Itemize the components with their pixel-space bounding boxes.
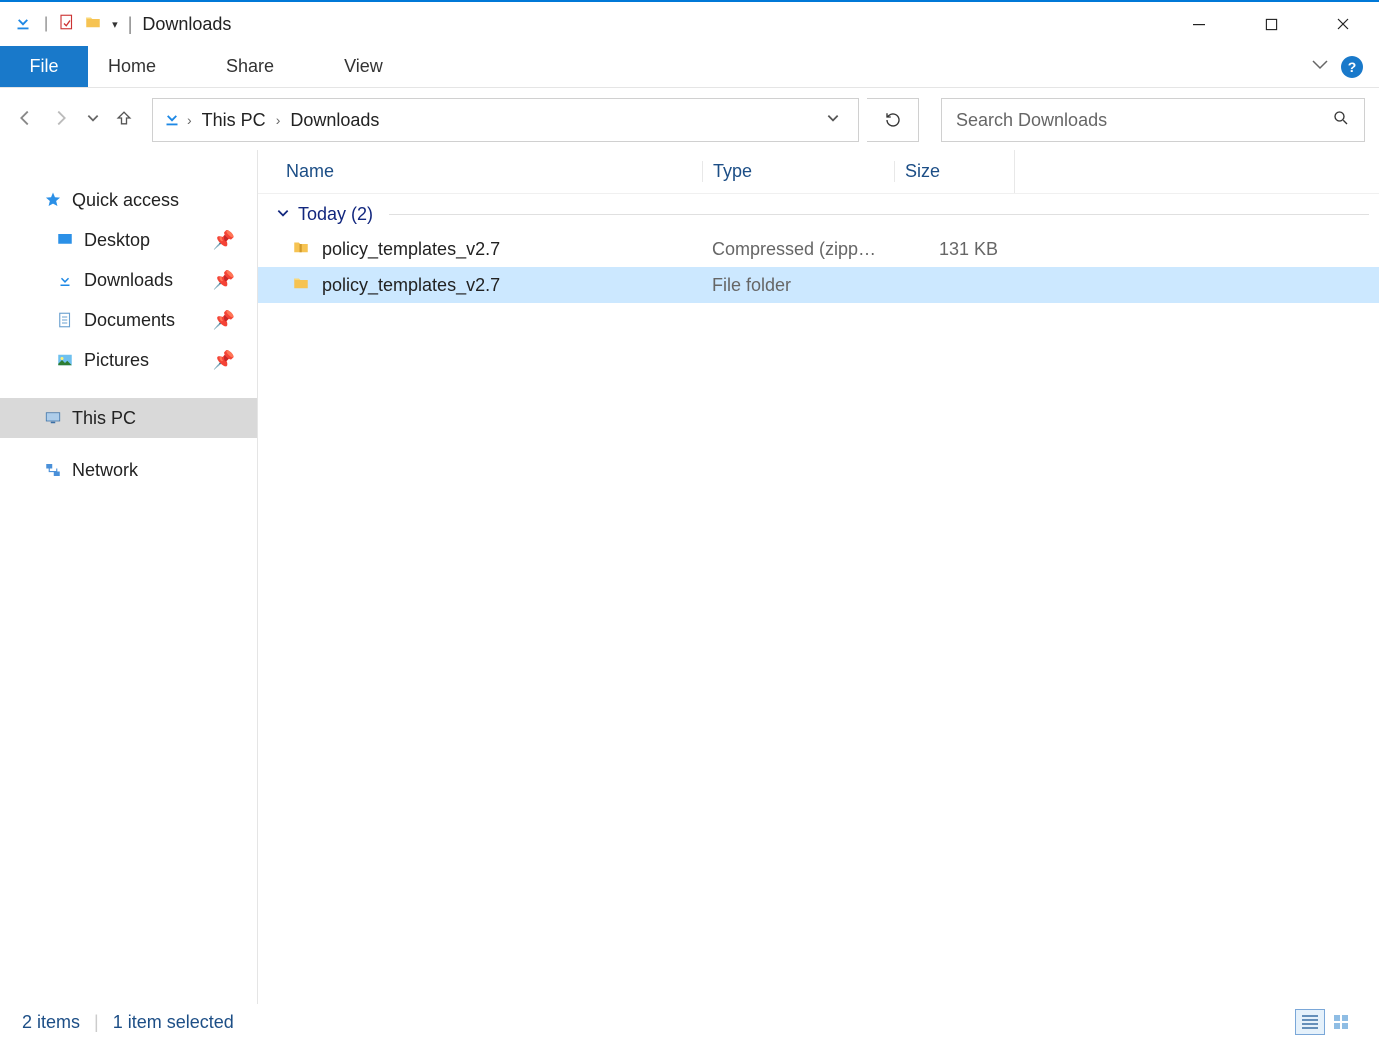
pictures-icon: [54, 351, 76, 369]
up-button[interactable]: [114, 108, 134, 133]
search-box[interactable]: [941, 98, 1365, 142]
desktop-icon: [54, 231, 76, 249]
quick-access-toolbar: | ▾: [12, 11, 118, 38]
sidebar-item-this-pc[interactable]: This PC: [0, 398, 257, 438]
chevron-down-icon: [276, 204, 290, 225]
pin-icon: 📌: [213, 270, 235, 291]
column-header-name[interactable]: Name: [286, 161, 702, 182]
sidebar-item-network[interactable]: Network: [0, 450, 257, 490]
sidebar-item-label: Documents: [84, 310, 175, 331]
group-header-today[interactable]: Today (2): [258, 198, 1379, 231]
minimize-button[interactable]: [1163, 2, 1235, 46]
sidebar-item-downloads[interactable]: Downloads 📌: [0, 260, 257, 300]
sidebar-item-label: This PC: [72, 408, 136, 429]
column-headers: Name Type Size: [258, 150, 1379, 194]
file-type: File folder: [702, 275, 894, 296]
sidebar-item-label: Downloads: [84, 270, 173, 291]
file-tab[interactable]: File: [0, 46, 88, 87]
breadcrumb-downloads[interactable]: Downloads: [290, 110, 379, 131]
group-label: Today (2): [298, 204, 373, 225]
qat-dropdown-icon[interactable]: ▾: [112, 18, 118, 31]
search-input[interactable]: [956, 110, 1332, 131]
document-icon: [54, 311, 76, 329]
pin-icon: 📌: [213, 350, 235, 371]
zip-icon: [292, 238, 310, 261]
file-name: policy_templates_v2.7: [322, 239, 500, 260]
recent-locations-icon[interactable]: [86, 111, 100, 130]
folder-icon: [292, 274, 310, 297]
sidebar-quick-access[interactable]: Quick access: [0, 180, 257, 220]
sidebar-item-documents[interactable]: Documents 📌: [0, 300, 257, 340]
tab-view[interactable]: View: [324, 46, 403, 87]
window-title: Downloads: [142, 14, 231, 35]
file-row-zip[interactable]: policy_templates_v2.7 Compressed (zipp… …: [258, 231, 1379, 267]
sidebar-item-label: Pictures: [84, 350, 149, 371]
status-selected-count: 1 item selected: [113, 1012, 234, 1033]
separator: |: [128, 14, 133, 35]
title-bar: | ▾ | Downloads: [0, 2, 1379, 46]
ribbon-tabs: File Home Share View ?: [0, 46, 1379, 88]
computer-icon: [42, 409, 64, 427]
star-icon: [42, 191, 64, 209]
separator: |: [44, 15, 48, 33]
help-icon[interactable]: ?: [1341, 56, 1363, 78]
close-button[interactable]: [1307, 2, 1379, 46]
download-arrow-icon: [54, 271, 76, 289]
properties-icon[interactable]: [58, 13, 76, 36]
sidebar-item-desktop[interactable]: Desktop 📌: [0, 220, 257, 260]
tab-home[interactable]: Home: [88, 46, 176, 87]
status-bar: 2 items | 1 item selected: [0, 1004, 1379, 1040]
ribbon-expand-icon[interactable]: [1311, 57, 1329, 76]
breadcrumb-separator-icon: ›: [187, 112, 192, 128]
tab-share[interactable]: Share: [206, 46, 294, 87]
sidebar-item-label: Network: [72, 460, 138, 481]
file-row-folder[interactable]: policy_templates_v2.7 File folder: [258, 267, 1379, 303]
pin-icon: 📌: [213, 230, 235, 251]
forward-button[interactable]: [50, 107, 72, 134]
file-size: 131 KB: [894, 239, 1014, 260]
folder-icon[interactable]: [84, 13, 102, 36]
column-header-end: [1014, 150, 1035, 193]
pin-icon: 📌: [213, 310, 235, 331]
navigation-pane: Quick access Desktop 📌 Downloads 📌 Docum…: [0, 150, 258, 1004]
column-header-type[interactable]: Type: [702, 161, 894, 182]
thumbnails-view-button[interactable]: [1327, 1009, 1357, 1035]
separator: |: [94, 1012, 99, 1033]
file-name: policy_templates_v2.7: [322, 275, 500, 296]
file-type: Compressed (zipp…: [702, 239, 894, 260]
network-icon: [42, 461, 64, 479]
back-button[interactable]: [14, 107, 36, 134]
sidebar-item-label: Desktop: [84, 230, 150, 251]
refresh-button[interactable]: [867, 98, 919, 142]
status-item-count: 2 items: [22, 1012, 80, 1033]
column-header-size[interactable]: Size: [894, 161, 1014, 182]
sidebar-item-label: Quick access: [72, 190, 179, 211]
address-bar[interactable]: › This PC › Downloads: [152, 98, 859, 142]
breadcrumb-this-pc[interactable]: This PC: [202, 110, 266, 131]
location-folder-icon: [161, 107, 183, 134]
details-view-button[interactable]: [1295, 1009, 1325, 1035]
navigation-bar: › This PC › Downloads: [0, 94, 1379, 146]
search-icon[interactable]: [1332, 109, 1350, 132]
sidebar-item-pictures[interactable]: Pictures 📌: [0, 340, 257, 380]
download-arrow-icon: [12, 11, 34, 38]
breadcrumb-separator-icon: ›: [276, 112, 281, 128]
address-dropdown-icon[interactable]: [816, 111, 850, 130]
file-list-pane: Name Type Size Today (2) policy_template…: [258, 150, 1379, 1004]
group-divider: [389, 214, 1369, 215]
maximize-button[interactable]: [1235, 2, 1307, 46]
